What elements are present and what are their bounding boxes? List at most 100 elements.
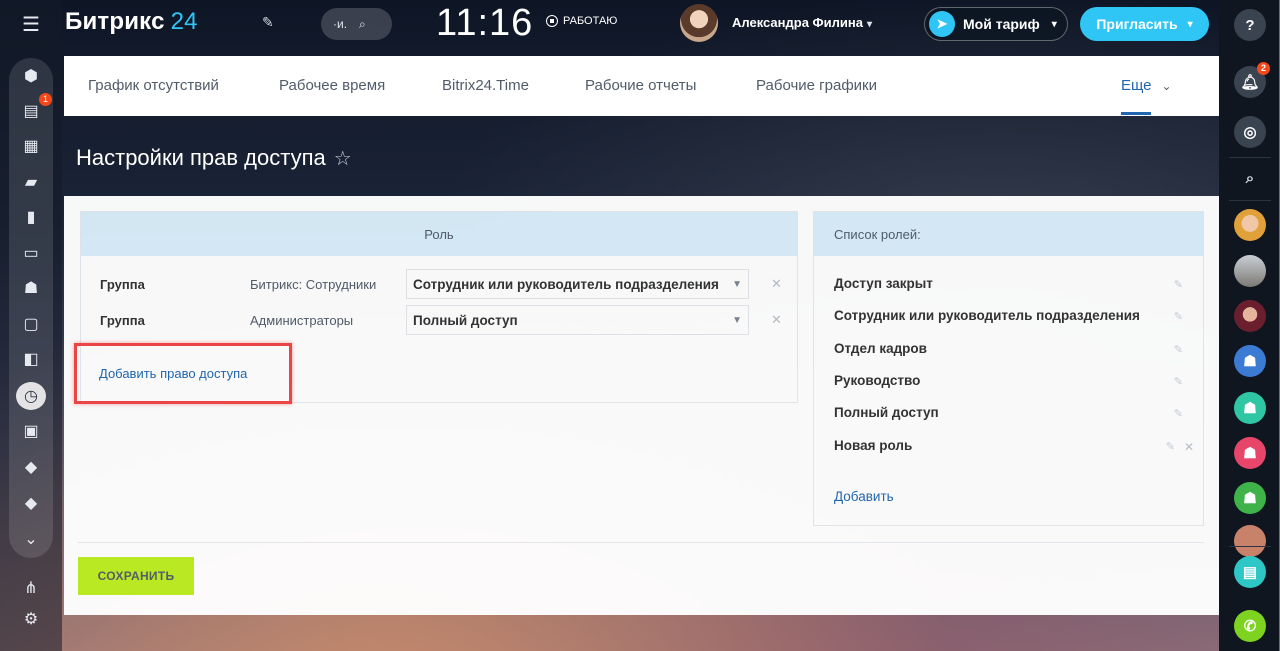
chevron-down-icon: ▾: [1187, 18, 1193, 30]
search-input[interactable]: ·и. ⌕: [321, 8, 392, 40]
crm-icon[interactable]: ◧: [16, 345, 46, 373]
edit-pencil-icon[interactable]: ✎: [1174, 375, 1183, 388]
active-tab-underline: [1121, 112, 1151, 115]
invite-button[interactable]: Пригласить ▾: [1080, 7, 1209, 41]
contacts-icon[interactable]: ▣: [16, 417, 46, 445]
employees-icon[interactable]: ☗: [16, 274, 46, 302]
access-row: Группа Битрикс: Сотрудники Сотрудник или…: [100, 268, 782, 300]
search-icon: ⌕: [359, 16, 366, 31]
role-item[interactable]: Руководство: [834, 373, 920, 388]
more-down-icon[interactable]: ⌄: [16, 525, 46, 553]
tariff-label: Мой тариф: [963, 16, 1040, 32]
roles-list-header: Список ролей:: [814, 212, 1203, 256]
tab-more[interactable]: Еще ⌄: [1121, 77, 1172, 94]
role-item[interactable]: Отдел кадров: [834, 341, 927, 356]
contact-avatar[interactable]: [1234, 300, 1266, 332]
phone-icon[interactable]: ✆: [1234, 610, 1266, 642]
tab-absence[interactable]: График отсутствий: [88, 77, 219, 94]
role-select[interactable]: Сотрудник или руководитель подразделения…: [406, 269, 749, 299]
documents-icon[interactable]: ▮: [16, 203, 46, 231]
save-button[interactable]: СОХРАНИТЬ: [78, 557, 194, 595]
time-icon[interactable]: ◷: [16, 382, 46, 410]
edit-pencil-icon[interactable]: ✎: [262, 14, 274, 31]
bell-icon[interactable]: 🔔︎ 2: [1234, 62, 1270, 98]
access-table-header: Роль: [81, 212, 797, 256]
contact-avatar[interactable]: [1234, 209, 1266, 241]
tab-work-schedules[interactable]: Рабочие графики: [756, 77, 877, 94]
tasks-icon[interactable]: ▤ 1: [16, 93, 52, 125]
add-access-link[interactable]: Добавить право доступа: [99, 366, 247, 381]
edit-pencil-icon[interactable]: ✎: [1174, 278, 1183, 291]
edit-pencil-icon[interactable]: ✎: [1174, 310, 1183, 323]
group-chat-icon[interactable]: ☗: [1234, 437, 1266, 469]
delete-role-icon[interactable]: ✕: [1184, 440, 1194, 454]
role-select-value: Сотрудник или руководитель подразделения: [413, 276, 719, 292]
access-row: Группа Администраторы Полный доступ ▼ ✕: [100, 304, 782, 336]
access-type: Группа: [100, 312, 145, 328]
rocket-icon: ➤: [929, 11, 955, 37]
work-status-label: РАБОТАЮ: [563, 15, 618, 27]
page-title-text: Настройки прав доступа: [76, 145, 326, 170]
role-item[interactable]: Доступ закрыт: [834, 276, 933, 291]
tasks-badge: 1: [38, 93, 52, 106]
contact-avatar[interactable]: [1234, 525, 1266, 557]
tab-worktime[interactable]: Рабочее время: [279, 77, 385, 94]
right-sidebar: ? 🔔︎ 2 ◎ ⌕ ☗ ☗ ☗ ☗ ▤ ✆: [1219, 0, 1280, 651]
user-menu[interactable]: Александра Филина ▾: [732, 15, 872, 30]
clipboard-icon[interactable]: ▤: [1234, 556, 1266, 588]
role-item[interactable]: Сотрудник или руководитель подразделения: [834, 308, 1140, 323]
edit-pencil-icon[interactable]: ✎: [1174, 407, 1183, 420]
user-avatar[interactable]: [680, 4, 718, 42]
menu-hamburger-icon[interactable]: ☰: [16, 10, 46, 38]
page-title: Настройки прав доступа ☆: [76, 145, 352, 171]
chevron-down-icon: ▾: [1051, 18, 1057, 30]
help-icon[interactable]: ?: [1234, 9, 1266, 41]
main-content: Роль Группа Битрикс: Сотрудники Сотрудни…: [64, 196, 1219, 615]
dropdown-arrow-icon: ▼: [732, 278, 742, 290]
feed-icon[interactable]: ⬢: [16, 62, 46, 90]
delete-row-icon[interactable]: ✕: [771, 312, 782, 328]
separator: [1229, 157, 1271, 158]
edit-pencil-icon[interactable]: ✎: [1166, 440, 1175, 453]
group-chat-icon[interactable]: ☗: [1234, 392, 1266, 424]
work-status[interactable]: РАБОТАЮ: [546, 15, 617, 27]
chat-icon[interactable]: ▰: [16, 168, 46, 196]
invite-label: Пригласить: [1096, 16, 1178, 32]
tab-more-label: Еще: [1121, 77, 1152, 94]
delete-row-icon[interactable]: ✕: [771, 276, 782, 292]
separator: [1229, 546, 1271, 547]
store-icon[interactable]: ◆: [16, 453, 46, 481]
contact-avatar[interactable]: [1234, 255, 1266, 287]
settings-gear-icon[interactable]: ⚙: [16, 605, 46, 633]
structure-icon[interactable]: ⋔: [16, 574, 46, 602]
box-icon[interactable]: ◆: [16, 489, 46, 517]
roles-list-panel: Список ролей: Доступ закрыт ✎ Сотрудник …: [813, 211, 1204, 526]
tab-work-reports[interactable]: Рабочие отчеты: [585, 77, 696, 94]
role-item[interactable]: Новая роль: [834, 438, 912, 453]
clock: 11:16: [436, 2, 534, 44]
tab-bitrix-time[interactable]: Bitrix24.Time: [442, 77, 529, 94]
tariff-button[interactable]: ➤ Мой тариф ▾: [924, 7, 1068, 41]
star-icon[interactable]: ☆: [334, 148, 352, 170]
brand-logo[interactable]: Битрикс 24: [65, 8, 198, 36]
calendar-icon[interactable]: ▦: [16, 132, 46, 160]
edit-pencil-icon[interactable]: ✎: [1174, 343, 1183, 356]
role-item[interactable]: Полный доступ: [834, 405, 939, 420]
add-role-link[interactable]: Добавить: [834, 489, 894, 504]
left-sidebar: ☰ ⬢ ▤ 1 ▦ ▰ ▮ ▭ ☗ ▢ ◧ ◷ ▣ ◆ ◆ ⌄ ⋔ ⚙: [0, 0, 62, 651]
group-chat-icon[interactable]: ☗: [1234, 345, 1266, 377]
access-subject: Битрикс: Сотрудники: [250, 276, 377, 292]
role-select-value: Полный доступ: [413, 312, 518, 328]
notifications-badge: 2: [1256, 62, 1270, 75]
drive-icon[interactable]: ▭: [16, 239, 46, 267]
sites-icon[interactable]: ▢: [16, 310, 46, 338]
search-icon[interactable]: ⌕: [1234, 162, 1266, 194]
role-select[interactable]: Полный доступ ▼: [406, 305, 749, 335]
user-name: Александра Филина: [732, 15, 863, 30]
stop-icon: [546, 15, 558, 27]
chevron-down-icon: ▾: [866, 19, 872, 30]
open-lines-icon[interactable]: ◎: [1234, 116, 1266, 148]
divider: [78, 542, 1204, 543]
top-nav: График отсутствий Рабочее время Bitrix24…: [64, 56, 1219, 116]
group-chat-icon[interactable]: ☗: [1234, 482, 1266, 514]
